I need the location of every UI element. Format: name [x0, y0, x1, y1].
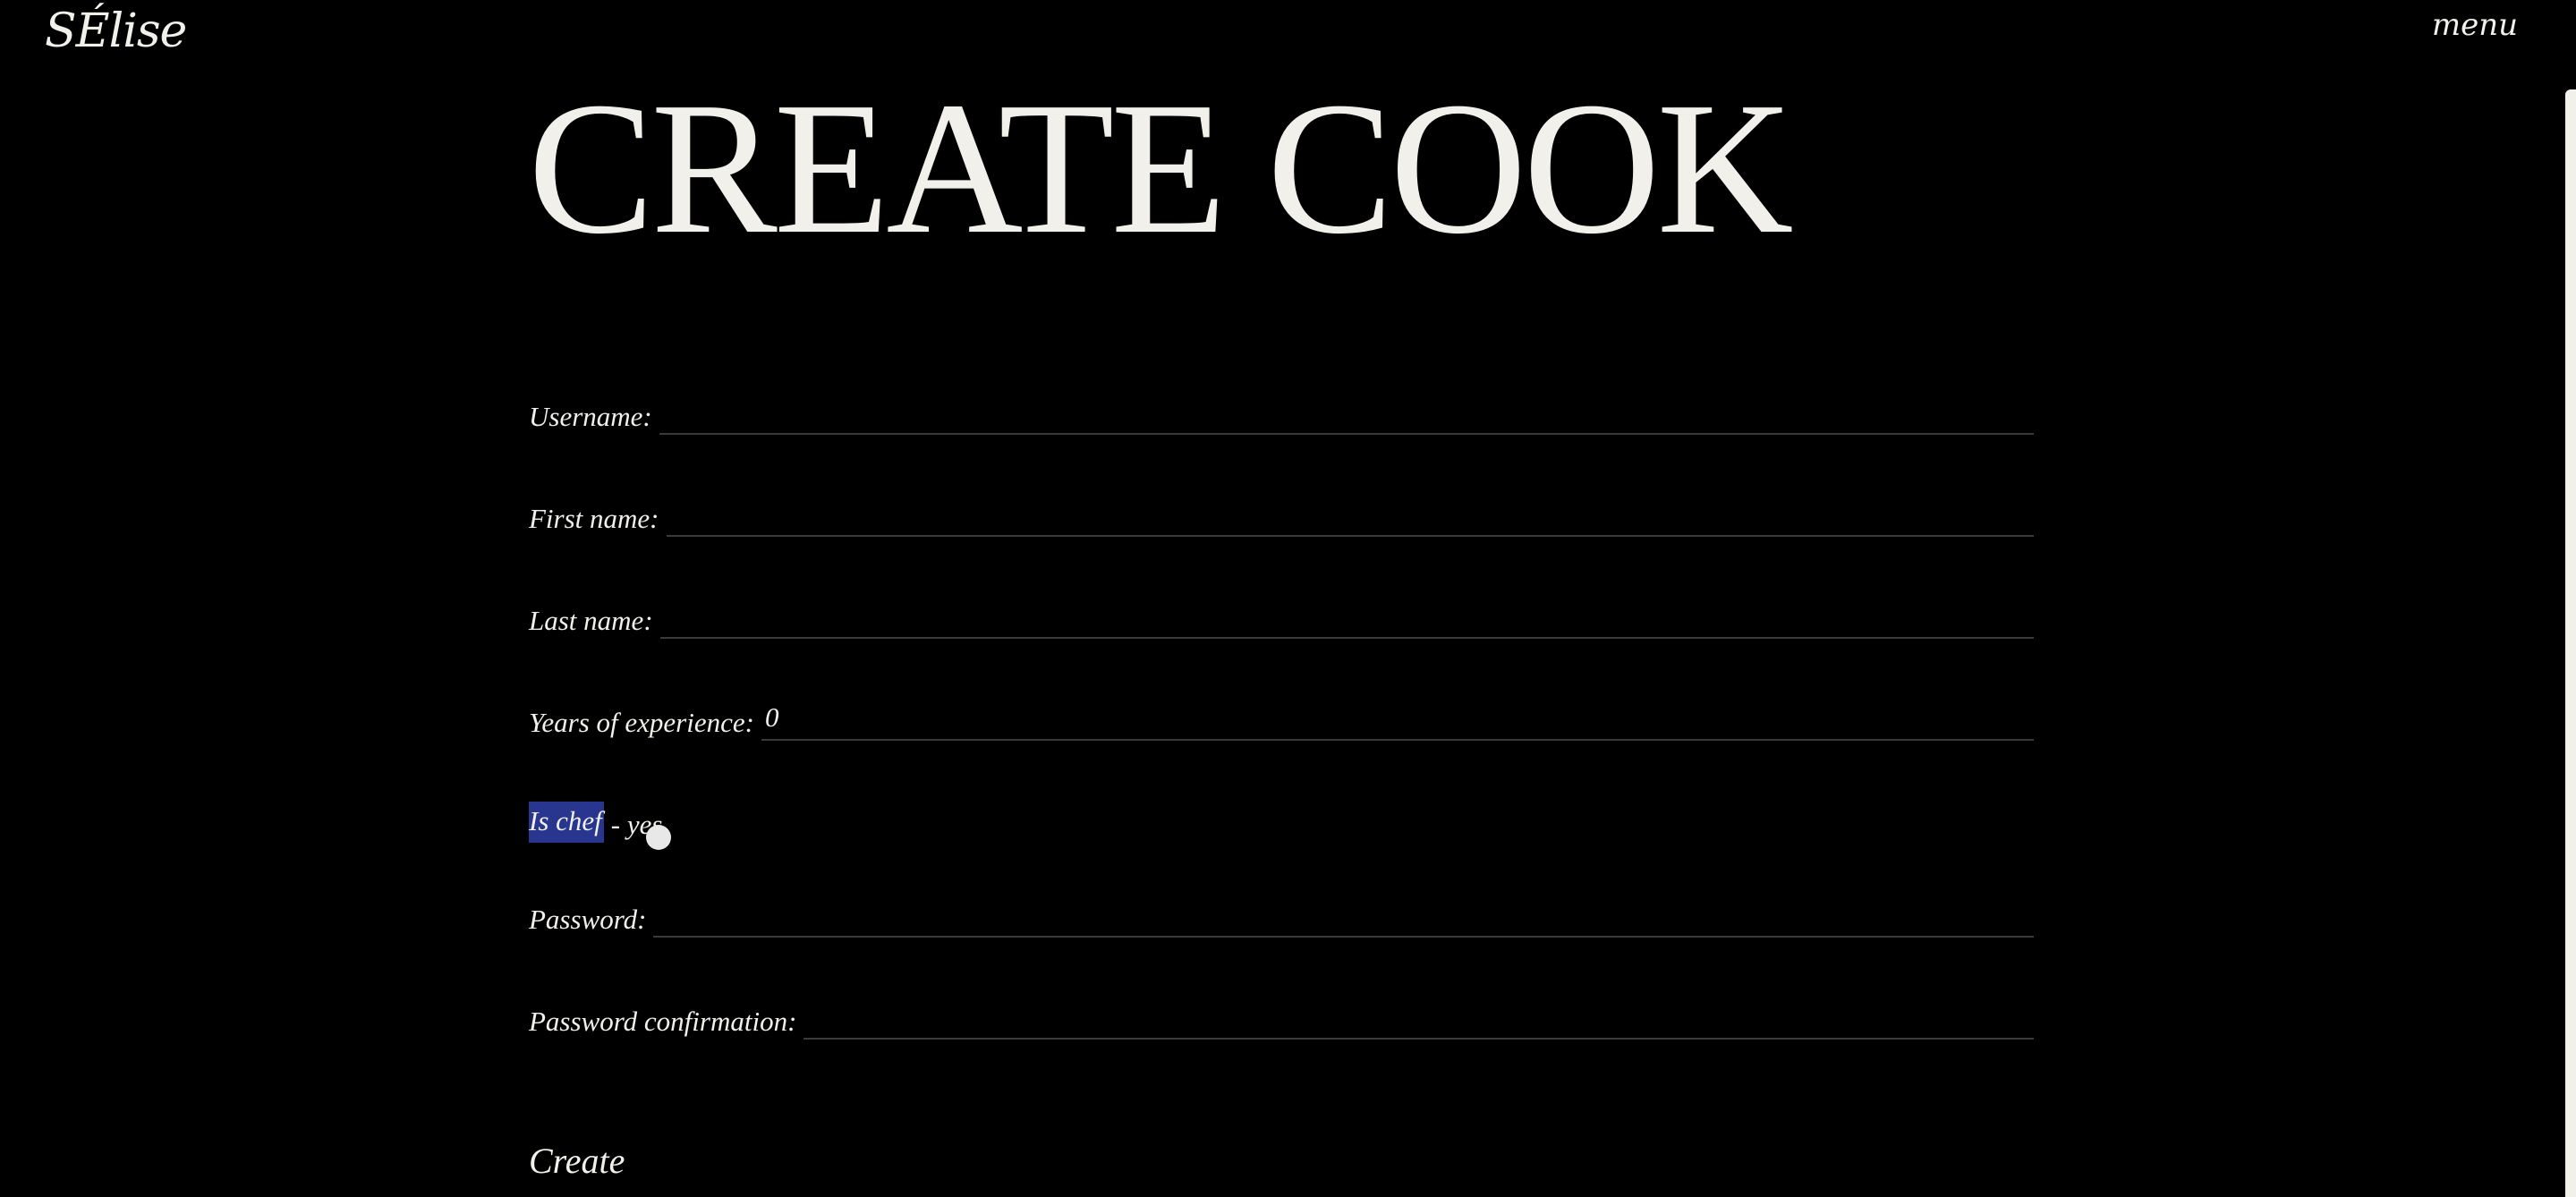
password-field[interactable] — [653, 893, 2034, 938]
first-name-label: First name: — [529, 502, 659, 534]
username-field[interactable] — [659, 390, 2034, 435]
is-chef-label: Is chef — [529, 801, 604, 843]
experience-label: Years of experience: — [529, 706, 754, 738]
first-name-field[interactable] — [666, 492, 2034, 537]
last-name-label: Last name: — [529, 604, 653, 636]
username-row: Username: — [529, 376, 2034, 435]
menu-button[interactable]: menu — [2432, 7, 2518, 44]
scrollbar[interactable] — [2565, 89, 2576, 1197]
first-name-row: First name: — [529, 478, 2034, 537]
password-row: Password: — [529, 879, 2034, 938]
create-button[interactable]: Create — [529, 1140, 625, 1182]
experience-row: Years of experience: — [529, 682, 2034, 741]
password-confirmation-label: Password confirmation: — [529, 1005, 797, 1037]
password-confirmation-row: Password confirmation: — [529, 981, 2034, 1040]
is-chef-toggle[interactable] — [646, 825, 671, 850]
password-confirmation-field[interactable] — [803, 995, 2034, 1040]
username-label: Username: — [529, 400, 652, 432]
experience-field[interactable] — [761, 696, 2034, 741]
last-name-field[interactable] — [659, 594, 2034, 639]
last-name-row: Last name: — [529, 580, 2034, 639]
is-chef-row[interactable]: Is chef - yes — [529, 784, 2034, 850]
password-label: Password: — [529, 903, 647, 935]
create-cook-form: Username: First name: Last name: Years o… — [529, 376, 2034, 1182]
page-title: CREATE COOK — [528, 63, 1794, 273]
site-logo[interactable]: SÉlise — [45, 4, 187, 59]
